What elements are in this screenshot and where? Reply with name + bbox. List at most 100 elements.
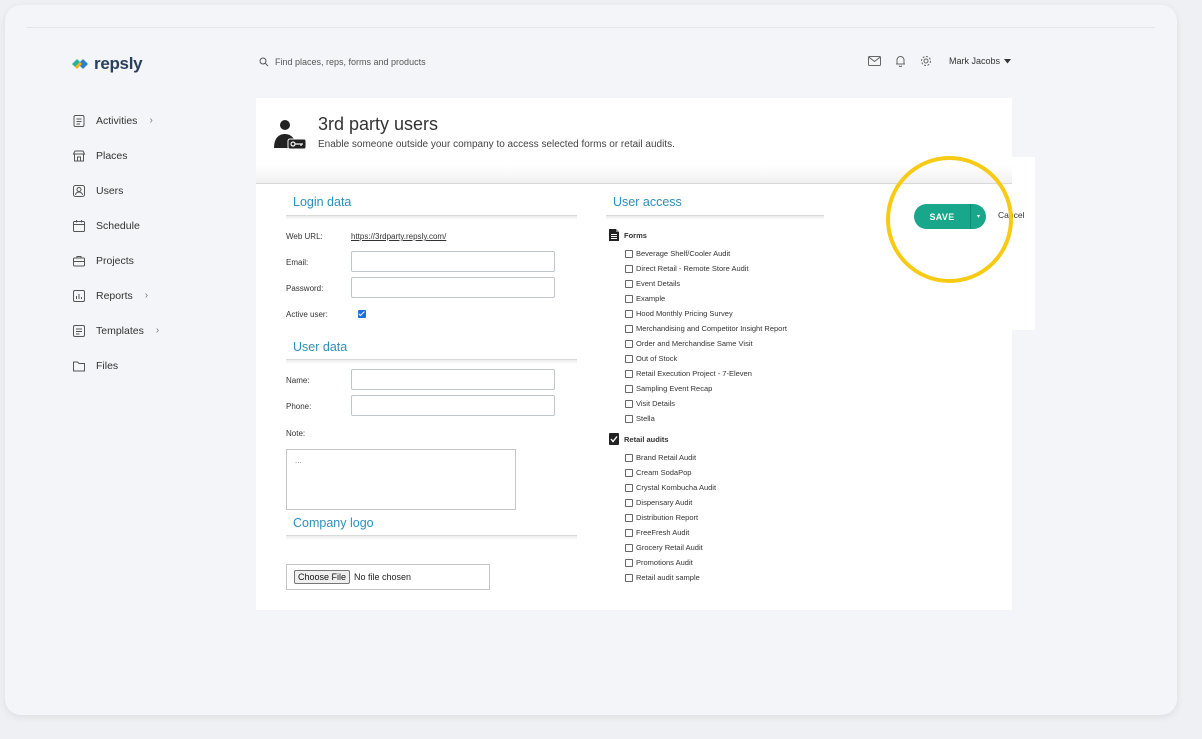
user-key-icon — [274, 120, 307, 150]
sidebar-item-projects[interactable]: Projects — [72, 243, 159, 278]
checkbox[interactable] — [625, 573, 633, 582]
checkbox-label: Beverage Shelf/Cooler Audit — [636, 249, 731, 258]
checkbox[interactable] — [625, 498, 633, 507]
checkbox-label: Cream SodaPop — [636, 468, 692, 477]
audit-checkbox-row[interactable]: Distribution Report — [608, 510, 787, 525]
checkbox[interactable] — [625, 528, 633, 537]
form-checkbox-row[interactable]: Example — [608, 291, 787, 306]
briefcase-icon — [73, 255, 85, 266]
checkbox-label: Brand Retail Audit — [636, 453, 697, 462]
checkbox-label: Merchandising and Competitor Insight Rep… — [636, 324, 787, 333]
form-checkbox-row[interactable]: Stella — [608, 411, 787, 426]
checkbox-label: Promotions Audit — [636, 558, 693, 567]
name-field[interactable] — [351, 369, 555, 390]
form-checkbox-row[interactable]: Beverage Shelf/Cooler Audit — [608, 246, 787, 261]
activities-icon — [73, 114, 85, 127]
chart-icon — [73, 289, 85, 302]
calendar-icon — [73, 219, 85, 232]
audit-checkbox-row[interactable]: Promotions Audit — [608, 555, 787, 570]
form-checkbox-row[interactable]: Sampling Event Recap — [608, 381, 787, 396]
panel-header: 3rd party users Enable someone outside y… — [256, 98, 1012, 184]
checkbox[interactable] — [625, 309, 633, 318]
third-party-users-panel: 3rd party users Enable someone outside y… — [256, 98, 1012, 610]
password-field[interactable] — [351, 277, 555, 298]
checkbox[interactable] — [625, 279, 633, 288]
checkbox-label: Distribution Report — [636, 513, 699, 522]
audit-checkbox-row[interactable]: Grocery Retail Audit — [608, 540, 787, 555]
section-divider-shadow — [286, 216, 577, 220]
web-url-link[interactable]: https://3rdparty.repsly.com/ — [351, 232, 446, 241]
form-checkbox-row[interactable]: Order and Merchandise Same Visit — [608, 336, 787, 351]
gear-icon[interactable] — [919, 54, 933, 68]
checkbox[interactable] — [625, 294, 633, 303]
sidebar-item-schedule[interactable]: Schedule — [72, 208, 159, 243]
forms-group-title: Forms — [624, 230, 647, 240]
top-right-toolbar: Mark Jacobs — [867, 54, 1012, 68]
audit-checkbox-row[interactable]: Dispensary Audit — [608, 495, 787, 510]
page-title: 3rd party users — [318, 114, 439, 134]
template-icon — [73, 324, 85, 337]
checkbox[interactable] — [625, 543, 633, 552]
checkbox[interactable] — [625, 324, 633, 333]
sidebar-item-reports[interactable]: Reports › — [72, 278, 159, 313]
form-checkbox-row[interactable]: Visit Details — [608, 396, 787, 411]
checkbox[interactable] — [625, 453, 633, 462]
audit-checkbox-row[interactable]: Cream SodaPop — [608, 465, 787, 480]
section-divider-shadow — [286, 360, 577, 364]
brand-name: repsly — [94, 54, 143, 73]
user-access-heading: User access — [613, 195, 682, 209]
bell-icon[interactable] — [893, 54, 907, 68]
store-icon — [72, 150, 86, 161]
global-search[interactable]: Find places, reps, forms and products — [259, 57, 426, 67]
note-textarea[interactable]: ... — [286, 449, 516, 510]
checkbox-label: Visit Details — [636, 399, 676, 408]
checkbox[interactable] — [625, 264, 633, 273]
checkbox[interactable] — [625, 483, 633, 492]
sidebar-item-activities[interactable]: Activities › — [72, 103, 159, 138]
checkbox[interactable] — [625, 354, 633, 363]
checkbox[interactable] — [625, 558, 633, 567]
file-status: No file chosen — [354, 572, 412, 582]
audit-checkbox-row[interactable]: Crystal Kombucha Audit — [608, 480, 787, 495]
note-placeholder: ... — [295, 456, 302, 465]
active-user-checkbox[interactable] — [358, 310, 366, 318]
repsly-logo[interactable]: repsly — [70, 54, 143, 74]
checkbox-label: Crystal Kombucha Audit — [636, 483, 717, 492]
checkbox[interactable] — [625, 249, 633, 258]
audit-checkbox-row[interactable]: FreeFresh Audit — [608, 525, 787, 540]
sidebar-item-places[interactable]: Places — [72, 138, 159, 173]
audit-checkbox-row[interactable]: Retail audit sample — [608, 570, 787, 585]
form-checkbox-row[interactable]: Retail Execution Project - 7-Eleven — [608, 366, 787, 381]
sidebar-item-label: Projects — [96, 254, 134, 267]
sidebar-item-users[interactable]: Users — [72, 173, 159, 208]
checkbox[interactable] — [625, 384, 633, 393]
checkbox[interactable] — [625, 468, 633, 477]
form-checkbox-row[interactable]: Direct Retail - Remote Store Audit — [608, 261, 787, 276]
sidebar-item-files[interactable]: Files — [72, 348, 159, 383]
checkbox[interactable] — [625, 513, 633, 522]
checkbox[interactable] — [625, 339, 633, 348]
sidebar-item-label: Activities — [96, 114, 138, 127]
form-checkbox-row[interactable]: Out of Stock — [608, 351, 787, 366]
form-checkbox-row[interactable]: Hood Monthly Pricing Survey — [608, 306, 787, 321]
checklist-icon — [609, 433, 619, 445]
chevron-right-icon: › — [155, 325, 160, 336]
user-access-list: Forms Beverage Shelf/Cooler Audit Direct… — [608, 224, 787, 585]
checkbox[interactable] — [625, 369, 633, 378]
checkbox[interactable] — [625, 414, 633, 423]
email-field[interactable] — [351, 251, 555, 272]
form-checkbox-row[interactable]: Event Details — [608, 276, 787, 291]
checkbox[interactable] — [625, 399, 633, 408]
form-checkbox-row[interactable]: Merchandising and Competitor Insight Rep… — [608, 321, 787, 336]
folder-icon — [73, 361, 85, 371]
mail-icon[interactable] — [867, 54, 881, 68]
sidebar-item-templates[interactable]: Templates › — [72, 313, 159, 348]
choose-file-button[interactable]: Choose File — [294, 570, 351, 584]
caret-down-icon — [1004, 58, 1012, 63]
audit-checkbox-row[interactable]: Brand Retail Audit — [608, 450, 787, 465]
user-menu[interactable]: Mark Jacobs — [949, 56, 1012, 66]
phone-field[interactable] — [351, 395, 555, 416]
save-panel-extension — [1012, 157, 1035, 330]
checkbox-label: Stella — [636, 414, 655, 423]
checkbox-label: Example — [636, 294, 666, 303]
